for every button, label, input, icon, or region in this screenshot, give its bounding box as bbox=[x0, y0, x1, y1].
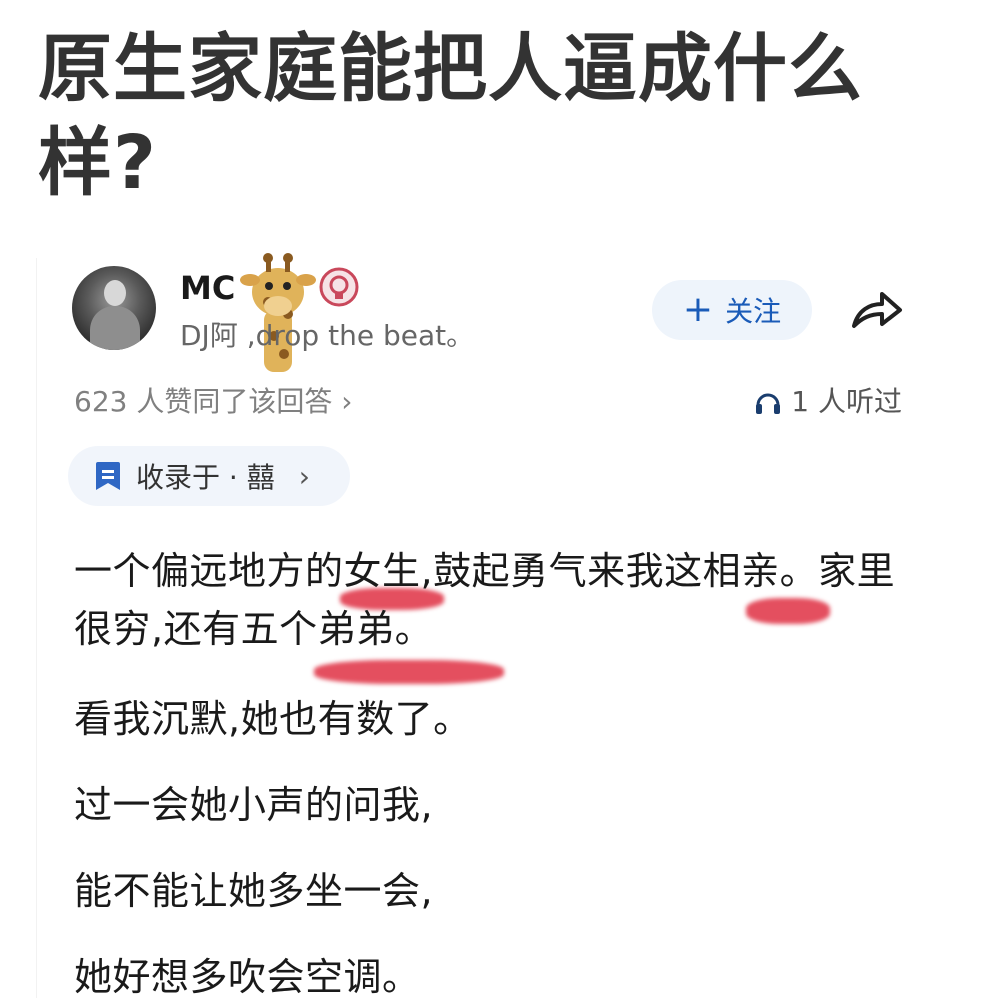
bookmark-icon bbox=[96, 462, 120, 490]
listen-label: 1 人听过 bbox=[791, 385, 902, 418]
creator-badge-icon bbox=[319, 267, 359, 307]
answer-paragraph: 能不能让她多坐一会, bbox=[74, 869, 434, 913]
collection-label: 收录于 · 囍 bbox=[136, 461, 275, 494]
avatar-head bbox=[104, 280, 126, 306]
answer-paragraph: 一个偏远地方的女生,鼓起勇气来我这相亲。家里很穷,还有五个弟弟。 bbox=[74, 549, 896, 651]
author-bio: DJ阿 ,drop the beat。 bbox=[180, 319, 475, 352]
avatar-body bbox=[90, 306, 140, 350]
likes-count[interactable]: 623 人赞同了该回答 › bbox=[74, 382, 352, 422]
question-title: 原生家庭能把人逼成什么样? bbox=[38, 26, 863, 206]
highlight-mark bbox=[314, 660, 504, 684]
answer-paragraph: 她好想多吹会空调。 bbox=[74, 955, 421, 999]
listen-count[interactable]: 1 人听过 bbox=[753, 382, 902, 422]
collection-chip[interactable]: 收录于 · 囍 › bbox=[68, 446, 350, 506]
avatar[interactable] bbox=[72, 266, 156, 350]
chevron-right-icon: › bbox=[298, 459, 310, 493]
answer-paragraph: 看我沉默,她也有数了。 bbox=[74, 697, 472, 741]
follow-label: 关注 bbox=[725, 295, 782, 328]
share-icon[interactable] bbox=[848, 284, 904, 334]
headphones-icon bbox=[756, 393, 781, 414]
plus-icon: + bbox=[682, 289, 714, 330]
answer-paragraph: 过一会她小声的问我, bbox=[74, 783, 434, 827]
follow-button[interactable]: + 关注 bbox=[652, 280, 812, 340]
